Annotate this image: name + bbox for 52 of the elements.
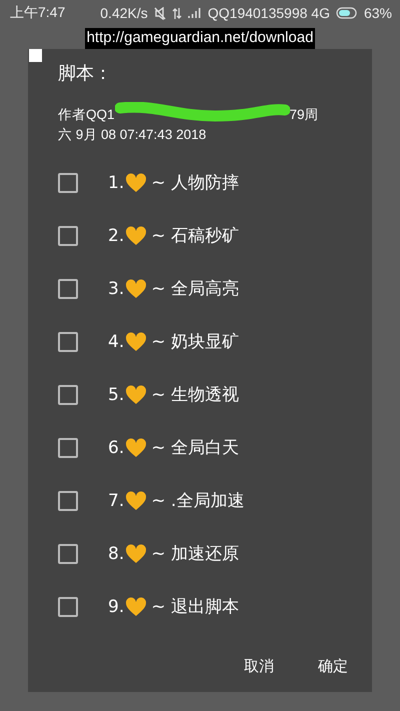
carrier-name: QQ1940135998 4G [208, 5, 330, 21]
option-label: ~ 退出脚本 [151, 596, 239, 618]
heart-icon [125, 490, 148, 510]
option-number: 6. [108, 438, 124, 458]
option-label: ~ 石稿秒矿 [151, 225, 239, 247]
option-number: 7. [108, 490, 124, 510]
signal-icon [188, 7, 202, 19]
heart-icon [125, 384, 148, 404]
option-label: ~ 奶块显矿 [151, 331, 239, 353]
option-label: ~ 人物防摔 [151, 172, 239, 194]
option-label: ~ .全局加速 [151, 490, 244, 512]
option-label: ~ 加速还原 [151, 543, 239, 565]
option-number: 3. [108, 278, 124, 298]
option-label: ~ 全局白天 [151, 437, 239, 459]
dialog-button[interactable]: 确定 [316, 653, 350, 680]
option-number: 1. [108, 172, 124, 192]
option-number: 2. [108, 226, 124, 246]
battery-percent: 63% [364, 5, 392, 21]
checkbox[interactable] [58, 384, 78, 404]
checkbox[interactable] [58, 172, 78, 192]
battery-icon [336, 7, 358, 19]
option-number: 4. [108, 332, 124, 352]
checkbox[interactable] [58, 438, 78, 458]
option-number: 5. [108, 384, 124, 404]
checkbox[interactable] [58, 278, 78, 298]
date-text: 六 9月 08 07:47:43 2018 [58, 126, 208, 143]
checkbox[interactable] [58, 226, 78, 246]
dialog-title: 脚本： [58, 62, 113, 85]
data-arrows-icon [172, 6, 182, 20]
url-banner[interactable]: http://gameguardian.net/download [84, 28, 316, 49]
heart-icon [125, 172, 148, 192]
option-label: ~ 生物透视 [151, 384, 239, 406]
author-text: 79周 [290, 106, 319, 122]
checkbox[interactable] [58, 544, 78, 564]
checkbox[interactable] [58, 490, 78, 510]
checkbox[interactable] [58, 332, 78, 352]
network-speed: 0.42K/s [100, 5, 148, 21]
heart-icon [125, 278, 148, 298]
heart-icon [125, 596, 148, 616]
mute-icon [154, 6, 166, 20]
heart-icon [125, 544, 148, 564]
heart-icon [125, 438, 148, 458]
dialog-button[interactable]: 取消 [242, 653, 276, 680]
option-label: ~ 全局高亮 [151, 278, 239, 300]
checkbox[interactable] [29, 49, 42, 62]
option-number: 9. [108, 596, 124, 616]
checkbox[interactable] [58, 596, 78, 616]
clock-time: 上午7:47 [10, 4, 66, 22]
option-number: 8. [108, 544, 124, 564]
heart-icon [125, 226, 148, 246]
heart-icon [125, 332, 148, 352]
author-text: 作者QQ1 [58, 106, 115, 122]
